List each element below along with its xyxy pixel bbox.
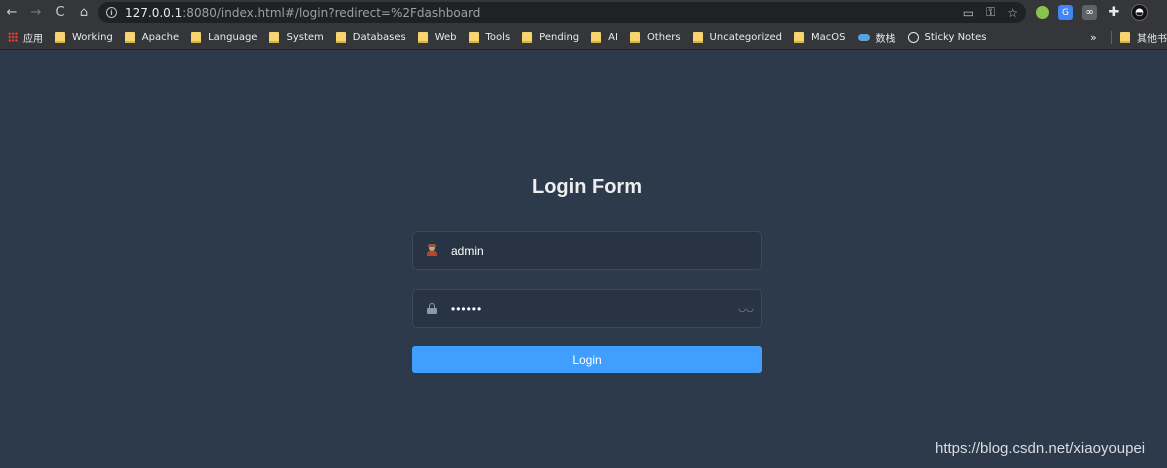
home-button[interactable]: ⌂: [72, 0, 96, 25]
username-field[interactable]: [412, 231, 762, 270]
reload-button[interactable]: C: [48, 0, 72, 25]
home-icon: ⌂: [79, 5, 89, 20]
back-button[interactable]: ←: [0, 0, 24, 25]
eye-closed-icon[interactable]: ◡◡: [731, 290, 761, 327]
bookmark-ai[interactable]: AI: [585, 25, 624, 49]
reader-extension[interactable]: ∞: [1082, 5, 1097, 20]
puzzle-icon[interactable]: ✚: [1106, 5, 1122, 21]
bookmarks-overflow-button[interactable]: »: [1090, 25, 1097, 49]
folder-icon: [629, 31, 640, 43]
bookmark-other[interactable]: 其他书: [1114, 25, 1167, 49]
bookmark-label: Uncategorized: [709, 31, 783, 43]
cloud-icon: [857, 33, 870, 41]
bookmark-tools[interactable]: Tools: [463, 25, 517, 49]
folder-icon: [794, 31, 805, 43]
bookmark-label: 数栈: [875, 33, 896, 45]
address-bar[interactable]: i 127.0.0.1:8080/index.html#/login?redir…: [98, 2, 1026, 23]
folder-icon: [124, 31, 135, 43]
bookmark-label: Databases: [352, 31, 406, 43]
bookmark-pending[interactable]: Pending: [516, 25, 585, 49]
star-icon[interactable]: ☆: [1007, 6, 1018, 20]
profile-avatar[interactable]: ◓: [1131, 4, 1148, 21]
back-arrow-icon: ←: [6, 5, 18, 20]
forward-arrow-icon: →: [30, 5, 42, 20]
folder-icon: [692, 31, 703, 43]
folder-icon: [269, 31, 280, 43]
bookmark-label: System: [286, 31, 324, 43]
bookmark-label: Others: [646, 31, 681, 43]
bookmark-sticky-notes[interactable]: Sticky Notes: [902, 25, 993, 49]
url-host: 127.0.0.1: [125, 5, 183, 20]
bookmark-label: 其他书: [1137, 34, 1167, 45]
bookmark-apps[interactable]: 应用: [2, 25, 49, 49]
watermark-text: https://blog.csdn.net/xiaoyoupei: [935, 440, 1146, 457]
folder-icon: [55, 31, 65, 43]
bookmark-macos[interactable]: MacOS: [788, 25, 851, 49]
folder-icon: [191, 31, 202, 43]
bookmark-shuzhan[interactable]: 数栈: [852, 25, 902, 49]
folder-icon: [591, 31, 602, 43]
globe-icon: [907, 31, 919, 43]
bookmarks-bar: 应用 Working Apache Language System Databa…: [0, 25, 1167, 50]
folder-icon: [522, 31, 533, 43]
browser-toolbar: ← → C ⌂ i 127.0.0.1:8080/index.html#/log…: [0, 0, 1167, 25]
bookmark-others[interactable]: Others: [624, 25, 687, 49]
bookmark-working[interactable]: Working: [49, 25, 119, 49]
bookmark-web[interactable]: Web: [412, 25, 463, 49]
folder-icon: [417, 31, 428, 43]
omnibox-actions: ▭ ⚿ ☆: [963, 2, 1018, 23]
site-info-icon[interactable]: i: [106, 7, 117, 18]
username-input[interactable]: [451, 232, 761, 269]
reload-icon: C: [55, 5, 65, 20]
bookmark-label: AI: [608, 31, 618, 43]
user-icon: [413, 232, 451, 269]
bookmark-label: Working: [72, 31, 113, 43]
bookmark-uncategorized[interactable]: Uncategorized: [687, 25, 788, 49]
bookmark-label: Pending: [539, 31, 580, 43]
folder-icon: [468, 31, 479, 43]
login-button[interactable]: Login: [412, 346, 762, 373]
key-icon[interactable]: ⚿: [986, 5, 995, 20]
bookmark-language[interactable]: Language: [185, 25, 263, 49]
bookmark-system[interactable]: System: [263, 25, 329, 49]
bookmark-label: Web: [434, 31, 457, 43]
password-field[interactable]: ◡◡: [412, 289, 762, 328]
folder-icon: [335, 31, 346, 43]
bookmark-label: MacOS: [811, 31, 846, 43]
apps-grid-icon: [8, 32, 18, 42]
bookmarks-divider: [1111, 31, 1112, 44]
bookmark-label: Language: [208, 31, 258, 43]
url-path: :8080/index.html#/login?redirect=%2Fdash…: [182, 5, 481, 20]
bookmark-apache[interactable]: Apache: [119, 25, 185, 49]
install-icon[interactable]: ▭: [963, 6, 974, 20]
extensions-area: G ∞ ✚ ◓: [1036, 3, 1148, 22]
forward-button[interactable]: →: [24, 0, 48, 25]
green-dot-extension[interactable]: [1036, 6, 1049, 19]
password-input[interactable]: [451, 290, 731, 327]
bookmark-databases[interactable]: Databases: [330, 25, 412, 49]
bookmark-label: Apache: [141, 31, 180, 43]
url-text[interactable]: 127.0.0.1:8080/index.html#/login?redirec…: [125, 6, 480, 20]
translate-extension[interactable]: G: [1058, 5, 1073, 20]
lock-icon: [413, 290, 451, 327]
login-title: Login Form: [532, 176, 642, 198]
bookmark-label: Sticky Notes: [924, 31, 987, 43]
folder-icon: [1120, 32, 1130, 43]
bookmark-label: Tools: [485, 31, 511, 43]
bookmark-label: 应用: [23, 33, 43, 45]
